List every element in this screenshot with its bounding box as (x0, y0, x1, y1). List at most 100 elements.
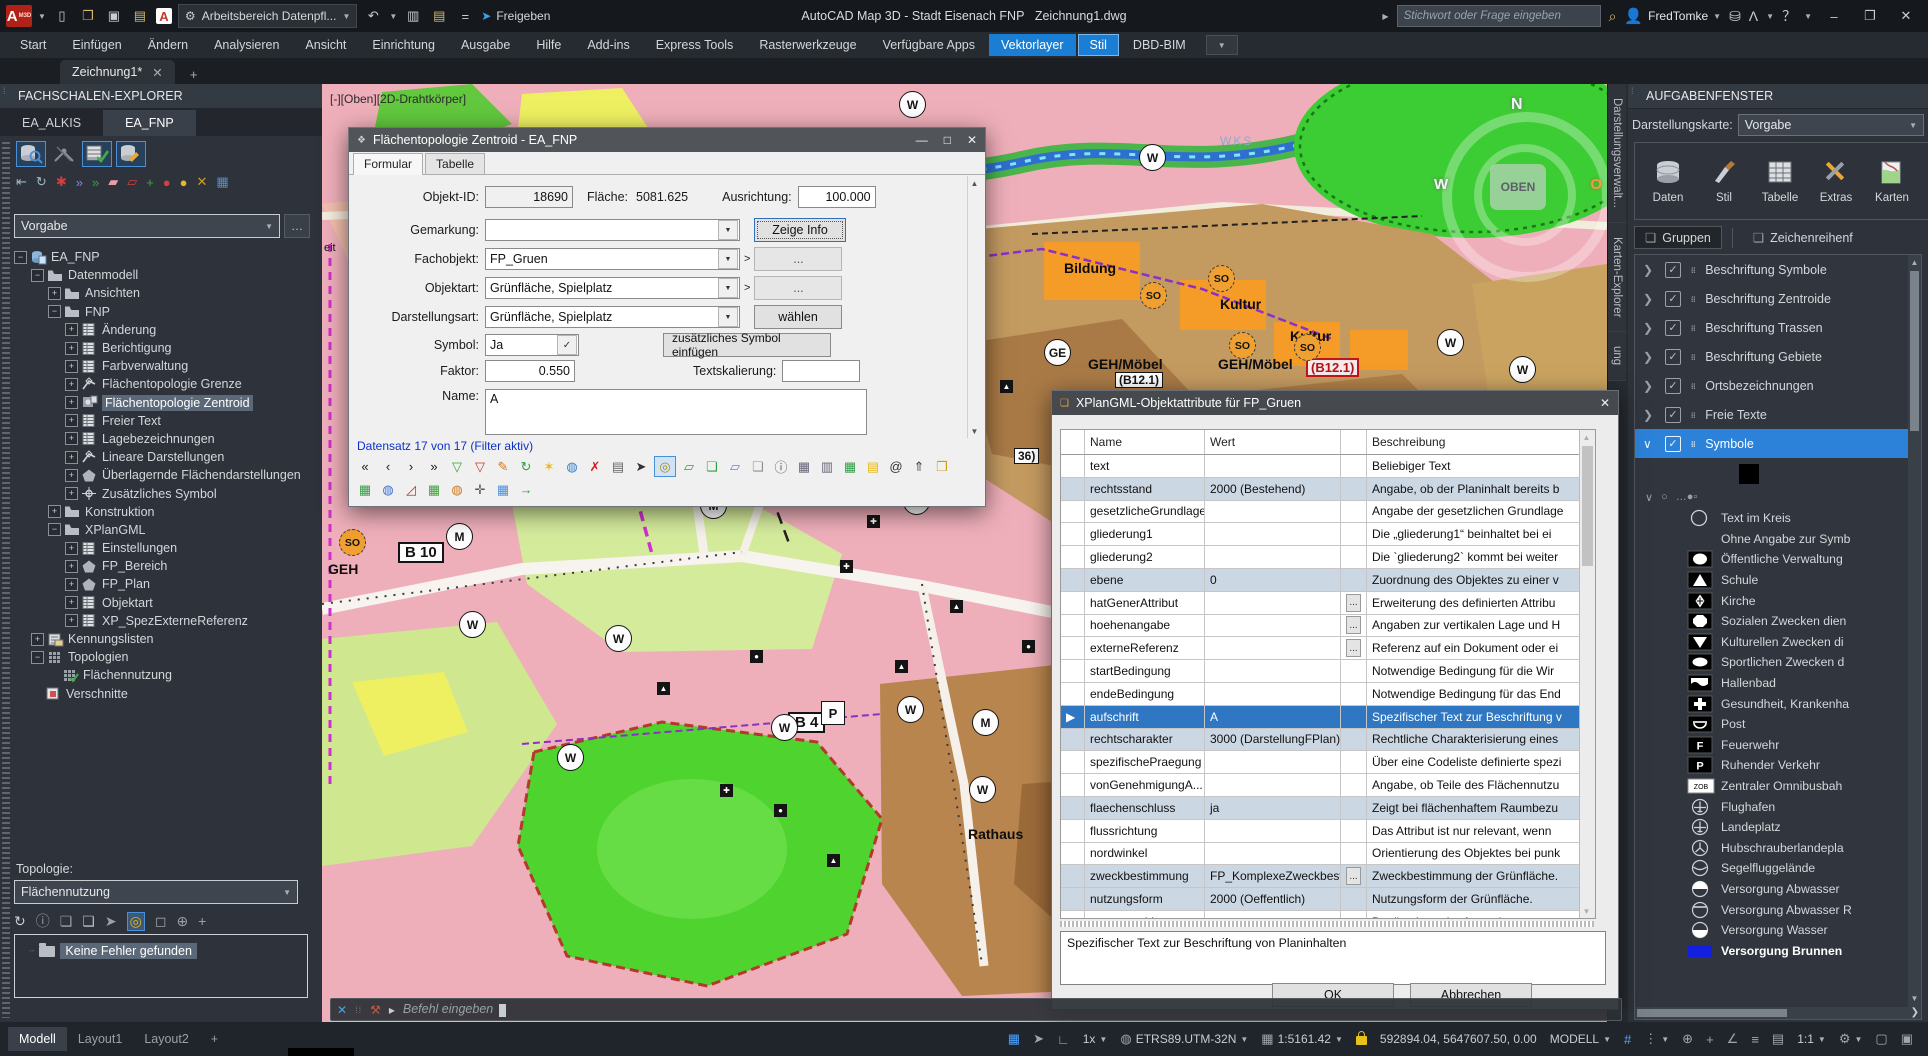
help-icon[interactable]: ？ (1782, 6, 1796, 26)
move-vertex-icon[interactable]: ✛ (470, 480, 490, 499)
ellipsis-button[interactable]: ... (1346, 594, 1361, 612)
command-line[interactable]: ✕ ⁞⁞ ⚒ ▸ Befehl eingeben (330, 998, 1622, 1021)
poly-green-icon[interactable]: ▱ (679, 457, 699, 476)
app-store-icon[interactable]: ⛁ (1729, 8, 1741, 25)
help-caret-icon[interactable]: ▼ (1804, 12, 1812, 21)
globe-sync-icon[interactable]: ◍ (562, 457, 582, 476)
attr-row-zweckbestimmung[interactable]: zweckbestimmungFP_KomplexeZweckbestG....… (1061, 865, 1595, 888)
select-zoom-icon[interactable]: ➤ (631, 457, 651, 476)
customize-icon[interactable]: ⚒ (370, 1003, 381, 1017)
attr-row-hatGenerAttribut[interactable]: hatGenerAttribut...Erweiterung des defin… (1061, 592, 1595, 615)
attr-wert[interactable]: FP_KomplexeZweckbestG... (1205, 865, 1341, 887)
legend-row-segelfluggelände[interactable]: Segelfluggelände (1635, 858, 1921, 879)
record-first-icon[interactable]: « (355, 457, 375, 476)
ribbon-tab-stil[interactable]: Stil (1078, 34, 1119, 56)
exit-icon[interactable]: → (516, 480, 536, 499)
attr-wert[interactable]: A (1205, 706, 1341, 728)
status-item-7[interactable]: 592894.04, 5647607.50, 0.00 (1375, 1029, 1542, 1049)
row-selector[interactable] (1061, 501, 1085, 523)
export-icon[interactable]: ⇑ (909, 457, 929, 476)
legend-row-hallenbad[interactable]: Hallenbad (1635, 673, 1921, 694)
expand-icon[interactable]: + (65, 596, 78, 609)
layer-checkbox[interactable]: ✓ (1665, 291, 1681, 307)
attr-row-endeBedingung[interactable]: endeBedingungNotwendige Bedingung für da… (1061, 683, 1595, 706)
tree-item-freier-text[interactable]: +Freier Text (14, 412, 314, 430)
ribbon-tab-analysieren[interactable]: Analysieren (202, 34, 291, 56)
chevron-down-icon[interactable]: ∨ (1643, 437, 1655, 451)
row-selector[interactable] (1061, 865, 1085, 887)
target-icon[interactable]: ⊕ (1677, 1028, 1698, 1050)
filter-add-icon[interactable]: ▽ (447, 457, 467, 476)
chevron-right-icon[interactable]: ❯ (1643, 350, 1655, 364)
attr-row-flaechenschluss[interactable]: flaechenschlussjaZeigt bei flächenhaftem… (1061, 797, 1595, 820)
row-selector[interactable] (1061, 546, 1085, 568)
tree-item-flächennutzung[interactable]: Flächennutzung (14, 666, 314, 684)
attr-wert[interactable]: 0 (1205, 569, 1341, 591)
polys-green-icon[interactable]: ❏ (702, 457, 722, 476)
ellipsis-button[interactable]: ... (1346, 616, 1361, 634)
dialog-title-bar[interactable]: ❏ XPlanGML-Objektattribute für FP_Gruen … (1052, 391, 1618, 415)
tree-item-ansichten[interactable]: +Ansichten (14, 284, 314, 302)
cursor-zoom-icon[interactable]: ➤ (105, 913, 117, 930)
row-selector[interactable] (1061, 751, 1085, 773)
minimize-button[interactable]: – (1820, 9, 1848, 24)
layer-checkbox[interactable]: ✓ (1665, 378, 1681, 394)
ribbon-tab-express-tools[interactable]: Express Tools (644, 34, 746, 56)
ellipsis-button[interactable]: ... (1346, 867, 1361, 885)
globe-icon[interactable]: ◍ETRS89.UTM-32N▼ (1115, 1028, 1253, 1050)
cross-icon[interactable]: + (198, 913, 206, 929)
grid-icon[interactable]: ▦1:5161.42▼ (1256, 1028, 1348, 1050)
attr-wert[interactable] (1205, 546, 1341, 568)
topology-result-row[interactable]: ┈ Keine Fehler gefunden (29, 943, 307, 959)
list-hscrollbar[interactable] (1635, 1007, 1908, 1019)
expand-icon[interactable]: + (65, 614, 78, 627)
ribbon-tab-hilfe[interactable]: Hilfe (524, 34, 573, 56)
copy-icon[interactable]: ❒ (932, 457, 952, 476)
preset-more-button[interactable]: … (284, 214, 310, 238)
explorer-tab-ea_fnp[interactable]: EA_FNP (103, 110, 196, 136)
tree-item-überlagernde-flächendarstellungen[interactable]: +Überlagernde Flächendarstellungen (14, 466, 314, 484)
layer-checkbox[interactable]: ✓ (1665, 320, 1681, 336)
snap-grid-icon[interactable]: # (1619, 1029, 1636, 1050)
attr-wert[interactable] (1205, 774, 1341, 796)
tree-item-konstruktion[interactable]: +Konstruktion (14, 503, 314, 521)
record-prev-icon[interactable]: ‹ (378, 457, 398, 476)
layer-row-beschriftung-symbole[interactable]: ❯✓᎒᎒Beschriftung Symbole (1635, 255, 1921, 284)
symbol-color-swatch[interactable] (1739, 464, 1759, 484)
ribbon-tab-ausgabe[interactable]: Ausgabe (449, 34, 522, 56)
corner-chevron-icon[interactable]: ❯ (1911, 1007, 1919, 1018)
new-file-icon[interactable]: ▯ (52, 6, 72, 26)
dots-icon[interactable]: ⋮▼ (1639, 1028, 1674, 1050)
table-check-icon[interactable] (82, 141, 112, 167)
objektart-combo[interactable]: Grünfläche, Spielplatz▼ (485, 277, 740, 299)
save-icon[interactable]: ▣ (104, 6, 124, 26)
expand-icon[interactable]: + (65, 451, 78, 464)
tab-formular[interactable]: Formular (353, 153, 423, 175)
symbol-combo[interactable]: Ja ✓ (485, 334, 579, 356)
panel-icon[interactable]: ▢ (1870, 1028, 1892, 1050)
legend-row-ohne-angabe-zur-symb[interactable]: Ohne Angabe zur Symb (1635, 529, 1921, 550)
tree-item-flächentopologie-zentroid[interactable]: +Flächentopologie Zentroid (14, 394, 314, 412)
collapse-icon[interactable]: − (14, 251, 27, 264)
layer-row-symbole[interactable]: ∨✓᎒᎒Symbole (1635, 429, 1921, 458)
command-input[interactable]: Befehl eingeben (403, 1002, 493, 1016)
gemarkung-combo[interactable]: ▼ (485, 219, 740, 241)
attr-row-externeReferenz[interactable]: externeReferenz...Referenz auf ein Dokum… (1061, 637, 1595, 660)
tree-item-verschnitte[interactable]: Verschnitte (14, 685, 314, 703)
attr-wert[interactable] (1205, 843, 1341, 865)
tree-item-fp_bereich[interactable]: +FP_Bereich (14, 557, 314, 575)
info-icon[interactable]: ⓘ (36, 911, 50, 931)
dialog-title-bar[interactable]: ❖ Flächentopologie Zentroid - EA_FNP — □… (349, 128, 985, 152)
poly-fill-icon[interactable]: ▰ (108, 174, 118, 190)
ribbon-tab-add-ins[interactable]: Add-ins (575, 34, 641, 56)
layers2-icon[interactable]: ❏ (82, 913, 95, 930)
new-star-icon[interactable]: ✶ (539, 457, 559, 476)
plot-icon[interactable]: ▤ (130, 6, 150, 26)
expand-icon[interactable]: + (65, 469, 78, 482)
search-input[interactable] (1397, 5, 1601, 27)
expand-icon[interactable]: + (48, 505, 61, 518)
dialog-close-button[interactable]: ✕ (1600, 396, 1610, 410)
screen-icon[interactable]: ▣ (1896, 1028, 1918, 1050)
poly-dash-icon[interactable]: ▱ (725, 457, 745, 476)
row-selector[interactable]: ▶ (1061, 706, 1085, 728)
